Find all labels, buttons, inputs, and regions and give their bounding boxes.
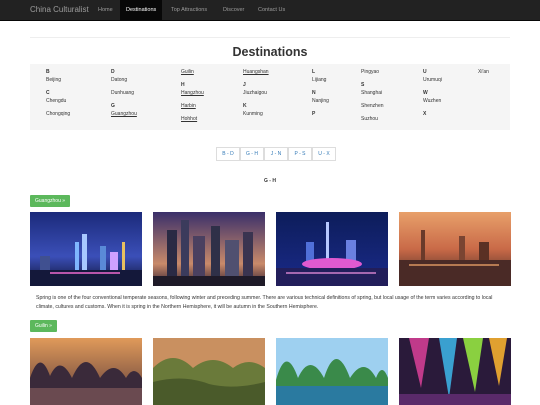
index-item-hangzhou[interactable]: Hangzhou [181,90,204,96]
page-link-b-d[interactable]: B - D [216,147,240,161]
guilin-photo-3[interactable] [276,338,388,405]
index-item-chengdu[interactable]: Chengdu [46,98,66,104]
guangzhou-photo-4[interactable] [399,212,511,286]
index-item-lijiang[interactable]: Lijiang [312,77,326,83]
guangzhou-photo-3[interactable] [276,212,388,286]
guilin-photo-4[interactable] [399,338,511,405]
index-item-nanjing[interactable]: Nanjing [312,98,329,104]
index-item-urumuqi[interactable]: Urumuqi [423,77,442,83]
index-letter-p: P [312,111,316,117]
index-letter-w: W [423,90,428,96]
index-letter-j: J [243,82,246,88]
page-link-p-s[interactable]: P - S [288,147,312,161]
index-letter-h: H [181,82,185,88]
index-item-xian[interactable]: Xi'an [478,69,489,75]
index-item-hohhot[interactable]: Hohhot [181,116,197,122]
page-link-j-n[interactable]: J - N [264,147,288,161]
index-item-suzhou[interactable]: Suzhou [361,116,378,122]
index-letter-d: D [111,69,115,75]
index-letter-b: B [46,69,50,75]
guilin-photo-1[interactable] [30,338,142,405]
page-link-g-h[interactable]: G - H [240,147,264,161]
index-item-harbin[interactable]: Harbin [181,103,196,109]
destination-description: Spring is one of the four conventional t… [36,295,493,310]
guangzhou-button[interactable]: Guangzhou » [30,195,71,207]
index-item-jiuzhaigou[interactable]: Jiuzhaigou [243,90,267,96]
index-item-wuzhen[interactable]: Wuzhen [423,98,441,104]
page-title: Destinations [232,45,308,59]
index-item-beijing[interactable]: Beijing [46,77,61,83]
page-link-u-x[interactable]: U - X [312,147,336,161]
index-item-chongqing[interactable]: Chongqing [46,111,70,117]
index-item-guilin[interactable]: Guilin [181,69,194,75]
index-item-datong[interactable]: Datong [111,77,127,83]
index-item-shenzhen[interactable]: Shenzhen [361,103,384,109]
index-item-dunhuang[interactable]: Dunhuang [111,90,134,96]
index-letter-n: N [312,90,316,96]
guangzhou-photo-1[interactable] [30,212,142,286]
index-item-pingyao[interactable]: Pingyao [361,69,379,75]
guangzhou-photo-2[interactable] [153,212,265,286]
section-heading: G - H [264,178,276,184]
site-brand[interactable]: China Culturalist [30,5,89,14]
nav-discover[interactable]: Discover [217,0,250,21]
index-letter-g: G [111,103,115,109]
top-navbar: China Culturalist Home Destinations Top … [0,0,540,21]
index-letter-l: L [312,69,316,75]
nav-top-attractions[interactable]: Top Attractions [165,0,213,21]
destination-index: B Beijing C Chengdu Chongqing D Datong D… [30,64,510,130]
index-letter-u: U [423,69,427,75]
divider [30,37,510,38]
nav-destinations[interactable]: Destinations [120,0,163,21]
index-item-kunming[interactable]: Kunming [243,111,263,117]
index-letter-c: C [46,90,50,96]
index-item-huangshan[interactable]: Huangshan [243,69,269,75]
guilin-button[interactable]: Guilin » [30,320,57,332]
guilin-photo-2[interactable] [153,338,265,405]
index-item-guangzhou[interactable]: Guangzhou [111,111,137,117]
nav-contact-us[interactable]: Contact Us [252,0,291,21]
index-letter-x: X [423,111,427,117]
index-item-shanghai[interactable]: Shanghai [361,90,382,96]
nav-home[interactable]: Home [92,0,119,21]
index-letter-k: K [243,103,247,109]
index-letter-s: S [361,82,365,88]
